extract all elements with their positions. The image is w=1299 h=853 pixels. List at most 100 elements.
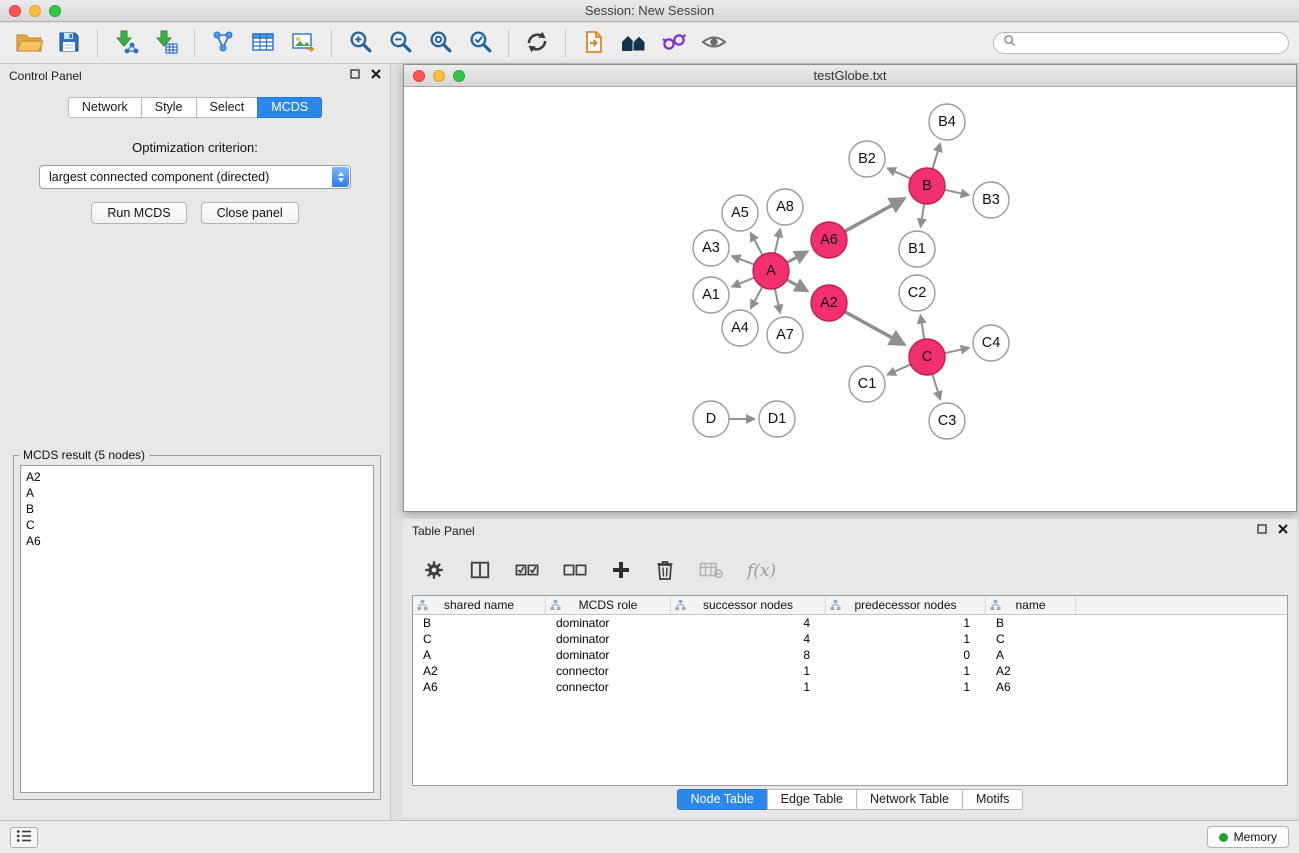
show-columns-button[interactable]	[469, 559, 491, 584]
tab-edge-table[interactable]: Edge Table	[767, 789, 857, 810]
graph-node-C[interactable]: C	[909, 339, 945, 375]
graph-edge-A-A1[interactable]	[732, 278, 755, 287]
graph-node-A[interactable]: A	[753, 253, 789, 289]
graph-edge-C-C4[interactable]	[945, 348, 970, 353]
table-cell[interactable]: connector	[546, 679, 671, 695]
network-zoom-button[interactable]	[453, 70, 465, 82]
result-list-item[interactable]: C	[26, 517, 368, 533]
criterion-dropdown[interactable]: largest connected component (directed)	[39, 165, 351, 189]
result-list-item[interactable]: A	[26, 485, 368, 501]
table-row[interactable]: A6connector11A6	[413, 679, 1287, 695]
graph-node-A8[interactable]: A8	[767, 189, 803, 225]
apps-button[interactable]	[655, 26, 693, 60]
zoom-fit-button[interactable]	[421, 26, 459, 60]
table-cell[interactable]: 1	[826, 631, 986, 647]
table-cell[interactable]: 4	[671, 631, 826, 647]
graph-node-B3[interactable]: B3	[973, 182, 1009, 218]
tab-select[interactable]: Select	[196, 97, 259, 118]
tab-network-table[interactable]: Network Table	[856, 789, 963, 810]
deselect-all-button[interactable]	[563, 561, 587, 582]
graph-edge-B-B1[interactable]	[921, 204, 925, 227]
zoom-out-button[interactable]	[381, 26, 419, 60]
add-column-button[interactable]	[611, 560, 631, 583]
graph-edge-A-A4[interactable]	[751, 287, 763, 309]
table-cell[interactable]: A6	[986, 679, 1076, 695]
graph-node-C1[interactable]: C1	[849, 366, 885, 402]
table-cell[interactable]: connector	[546, 663, 671, 679]
graph-node-D1[interactable]: D1	[759, 401, 795, 437]
select-all-button[interactable]	[515, 561, 539, 582]
zoom-selected-button[interactable]	[461, 26, 499, 60]
table-cell[interactable]: A2	[413, 663, 546, 679]
table-cell[interactable]: 8	[671, 647, 826, 663]
graph-node-B4[interactable]: B4	[929, 104, 965, 140]
table-cell[interactable]: A6	[413, 679, 546, 695]
float-panel-icon[interactable]	[1257, 524, 1267, 534]
network-repository-button[interactable]	[615, 26, 653, 60]
mcds-result-list[interactable]: A2ABCA6	[20, 465, 374, 793]
graph-edge-B-B4[interactable]	[932, 143, 940, 168]
column-header-shared-name[interactable]: shared name	[413, 596, 546, 614]
table-cell[interactable]: 1	[826, 663, 986, 679]
save-session-button[interactable]	[50, 26, 88, 60]
graph-node-C4[interactable]: C4	[973, 325, 1009, 361]
memory-button[interactable]: Memory	[1207, 826, 1289, 848]
table-cell[interactable]: dominator	[546, 615, 671, 631]
open-session-button[interactable]	[10, 26, 48, 60]
run-mcds-button[interactable]: Run MCDS	[91, 202, 186, 224]
graph-edge-A-A6[interactable]	[787, 252, 807, 263]
table-cell[interactable]: 1	[671, 679, 826, 695]
table-cell[interactable]: 1	[671, 663, 826, 679]
graph-edge-B-B3[interactable]	[945, 190, 970, 195]
table-cell[interactable]: C	[413, 631, 546, 647]
table-cell[interactable]: A2	[986, 663, 1076, 679]
import-table-button[interactable]	[147, 26, 185, 60]
network-canvas[interactable]: B4B2BB3A8A5A6A3B1AC2A1A2A4A7C4CC1DD1C3	[404, 88, 1296, 511]
graph-edge-B-B2[interactable]	[887, 168, 910, 178]
table-cell[interactable]: 1	[826, 615, 986, 631]
tab-style[interactable]: Style	[141, 97, 197, 118]
zoom-window-button[interactable]	[49, 5, 61, 17]
new-table-button[interactable]	[244, 26, 282, 60]
graph-node-C2[interactable]: C2	[899, 275, 935, 311]
tab-motifs[interactable]: Motifs	[962, 789, 1023, 810]
table-settings-button[interactable]	[423, 559, 445, 584]
task-history-button[interactable]	[10, 827, 38, 848]
import-network-button[interactable]	[107, 26, 145, 60]
result-list-item[interactable]: A6	[26, 533, 368, 549]
graph-edge-A2-C[interactable]	[845, 312, 905, 345]
graph-edge-C-C2[interactable]	[921, 315, 925, 339]
search-box[interactable]	[993, 32, 1289, 54]
graph-edge-A-A2[interactable]	[787, 280, 808, 291]
table-row[interactable]: Adominator80A	[413, 647, 1287, 663]
delete-table-button[interactable]	[699, 561, 723, 582]
graph-node-A1[interactable]: A1	[693, 277, 729, 313]
table-cell[interactable]: A	[413, 647, 546, 663]
table-cell[interactable]: 4	[671, 615, 826, 631]
graph-node-A4[interactable]: A4	[722, 310, 758, 346]
graph-node-A7[interactable]: A7	[767, 317, 803, 353]
graph-edge-A-A7[interactable]	[775, 289, 780, 314]
graph-node-A2[interactable]: A2	[811, 285, 847, 321]
network-close-button[interactable]	[413, 70, 425, 82]
close-panel-button[interactable]: Close panel	[201, 202, 299, 224]
graph-node-B[interactable]: B	[909, 168, 945, 204]
zoom-in-button[interactable]	[341, 26, 379, 60]
graph-edge-A-A3[interactable]	[732, 256, 754, 265]
table-cell[interactable]: dominator	[546, 647, 671, 663]
float-panel-icon[interactable]	[350, 69, 360, 79]
graph-node-B2[interactable]: B2	[849, 141, 885, 177]
show-details-button[interactable]	[695, 26, 733, 60]
apply-function-button[interactable]: f(x)	[747, 561, 776, 581]
table-row[interactable]: A2connector11A2	[413, 663, 1287, 679]
table-cell[interactable]: C	[986, 631, 1076, 647]
graph-node-C3[interactable]: C3	[929, 403, 965, 439]
graph-node-A6[interactable]: A6	[811, 222, 847, 258]
graph-node-B1[interactable]: B1	[899, 231, 935, 267]
table-cell[interactable]: 0	[826, 647, 986, 663]
search-input[interactable]	[1021, 36, 1279, 50]
table-row[interactable]: Bdominator41B	[413, 615, 1287, 631]
graph-edge-C-C3[interactable]	[932, 374, 940, 399]
tab-network[interactable]: Network	[68, 97, 142, 118]
export-image-button[interactable]	[284, 26, 322, 60]
